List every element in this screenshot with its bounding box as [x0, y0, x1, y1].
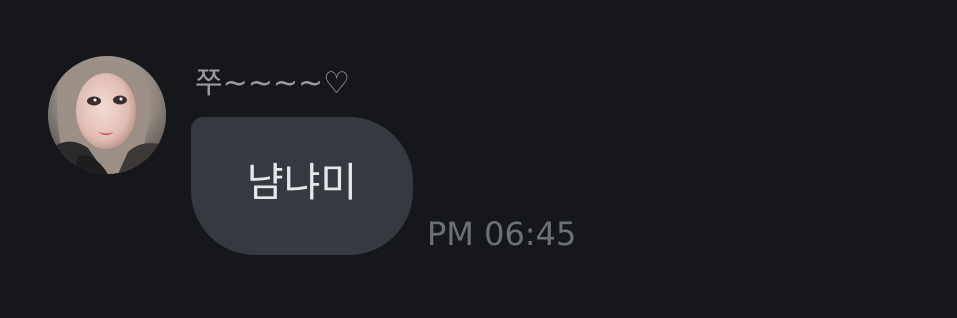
- message-timestamp: PM 06:45: [427, 215, 577, 253]
- message-bubble[interactable]: 냠냐미: [191, 117, 413, 255]
- chat-screen: 쭈~~~~♡ 냠냐미 PM 06:45: [0, 0, 957, 318]
- profile-photo-icon: [48, 56, 166, 174]
- avatar[interactable]: [48, 56, 166, 174]
- sender-name: 쭈~~~~♡: [195, 66, 351, 101]
- message-text: 냠냐미: [246, 160, 358, 206]
